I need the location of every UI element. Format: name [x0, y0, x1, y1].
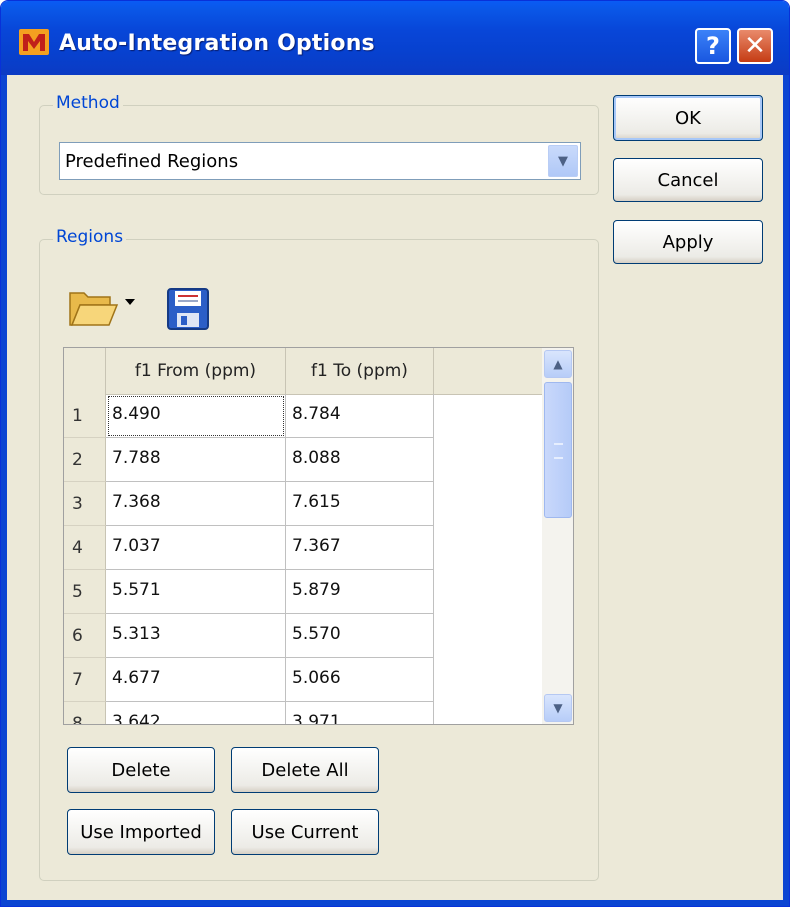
- close-button[interactable]: ✕: [737, 28, 773, 64]
- to-cell[interactable]: 7.615: [286, 482, 434, 526]
- regions-table[interactable]: f1 From (ppm) f1 To (ppm) 1 8.490 8.784 …: [63, 347, 574, 725]
- table-header: f1 From (ppm) f1 To (ppm): [64, 348, 542, 395]
- from-cell[interactable]: 8.490: [106, 394, 286, 438]
- row-number[interactable]: 3: [64, 482, 106, 526]
- use-current-button[interactable]: Use Current: [231, 809, 379, 855]
- to-cell[interactable]: 5.066: [286, 658, 434, 702]
- scroll-up-icon[interactable]: ▲: [544, 350, 572, 378]
- window-border-left: [1, 75, 7, 906]
- from-cell[interactable]: 5.313: [106, 614, 286, 658]
- row-number[interactable]: 8: [64, 702, 106, 724]
- row-number[interactable]: 7: [64, 658, 106, 702]
- row-number[interactable]: 1: [64, 394, 106, 438]
- table-row[interactable]: 6 5.313 5.570: [64, 614, 542, 658]
- use-imported-button[interactable]: Use Imported: [67, 809, 215, 855]
- delete-all-button[interactable]: Delete All: [231, 747, 379, 793]
- dialog-window: Auto-Integration Options ? ✕ Method Pred…: [0, 0, 790, 907]
- title-bar[interactable]: Auto-Integration Options ? ✕: [1, 1, 789, 75]
- save-icon[interactable]: [167, 288, 209, 330]
- table-row[interactable]: 2 7.788 8.088: [64, 438, 542, 482]
- delete-button[interactable]: Delete: [67, 747, 215, 793]
- window-title: Auto-Integration Options: [59, 31, 375, 56]
- table-row[interactable]: 7 4.677 5.066: [64, 658, 542, 702]
- help-button[interactable]: ?: [695, 28, 731, 64]
- window-border-bottom: [1, 900, 789, 906]
- to-cell[interactable]: 5.570: [286, 614, 434, 658]
- chevron-down-icon[interactable]: ▼: [548, 145, 578, 177]
- to-cell[interactable]: 3.971: [286, 702, 434, 724]
- apply-button[interactable]: Apply: [613, 220, 763, 264]
- row-number[interactable]: 6: [64, 614, 106, 658]
- to-cell[interactable]: 8.088: [286, 438, 434, 482]
- grip-icon: [554, 443, 563, 459]
- dropdown-arrow-icon[interactable]: [125, 299, 135, 305]
- from-cell[interactable]: 7.368: [106, 482, 286, 526]
- row-number[interactable]: 2: [64, 438, 106, 482]
- column-header-from[interactable]: f1 From (ppm): [106, 348, 286, 394]
- from-cell[interactable]: 4.677: [106, 658, 286, 702]
- to-cell[interactable]: 7.367: [286, 526, 434, 570]
- table-row[interactable]: 1 8.490 8.784: [64, 394, 542, 438]
- table-row[interactable]: 5 5.571 5.879: [64, 570, 542, 614]
- vertical-scrollbar[interactable]: ▲ ▼: [542, 348, 573, 724]
- table-row[interactable]: 4 7.037 7.367: [64, 526, 542, 570]
- column-header-to[interactable]: f1 To (ppm): [286, 348, 434, 394]
- table-row[interactable]: 3 7.368 7.615: [64, 482, 542, 526]
- window-border-right: [783, 75, 789, 906]
- from-cell[interactable]: 7.037: [106, 526, 286, 570]
- row-number[interactable]: 5: [64, 570, 106, 614]
- to-cell[interactable]: 8.784: [286, 394, 434, 438]
- folder-open-icon[interactable]: [67, 285, 119, 329]
- to-cell[interactable]: 5.879: [286, 570, 434, 614]
- row-number[interactable]: 4: [64, 526, 106, 570]
- ok-button[interactable]: OK: [613, 95, 763, 141]
- column-header-empty: [434, 348, 542, 394]
- table-row[interactable]: 8 3.642 3.971: [64, 702, 542, 724]
- from-cell[interactable]: 3.642: [106, 702, 286, 724]
- cancel-button[interactable]: Cancel: [613, 158, 763, 202]
- method-dropdown[interactable]: Predefined Regions ▼: [59, 142, 581, 180]
- app-logo-icon: [19, 29, 49, 55]
- column-header-rownum: [64, 348, 106, 394]
- method-group-label: Method: [53, 93, 123, 113]
- from-cell[interactable]: 7.788: [106, 438, 286, 482]
- scroll-down-icon[interactable]: ▼: [544, 694, 572, 722]
- method-selected-value: Predefined Regions: [65, 151, 239, 172]
- regions-group-label: Regions: [53, 227, 127, 247]
- scrollbar-thumb[interactable]: [544, 382, 572, 518]
- from-cell[interactable]: 5.571: [106, 570, 286, 614]
